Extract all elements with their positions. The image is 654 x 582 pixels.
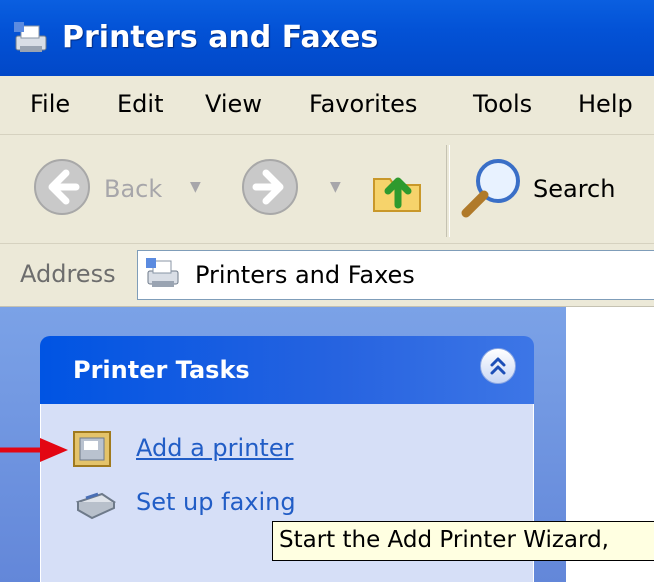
menu-bar: File Edit View Favorites Tools Help	[0, 76, 654, 135]
forward-dropdown-icon[interactable]: ▼	[330, 179, 341, 195]
search-button-label[interactable]: Search	[533, 173, 615, 205]
back-dropdown-icon[interactable]: ▼	[190, 179, 201, 195]
printer-tasks-title: Printer Tasks	[73, 356, 250, 384]
back-arrow-icon[interactable]	[32, 157, 92, 217]
menu-view[interactable]: View	[205, 88, 262, 120]
search-icon[interactable]	[458, 155, 524, 221]
address-value: Printers and Faxes	[195, 261, 415, 289]
tooltip: Start the Add Printer Wizard,	[272, 521, 654, 561]
standard-toolbar: Back ▼ ▼ Search	[0, 135, 654, 244]
printer-tasks-header[interactable]: Printer Tasks	[40, 336, 534, 404]
set-up-faxing-link[interactable]: Set up faxing	[136, 486, 296, 518]
address-label: Address	[20, 260, 116, 288]
menu-file[interactable]: File	[30, 88, 70, 120]
printers-folder-icon	[146, 258, 179, 287]
double-chevron-up-icon	[490, 357, 506, 375]
address-field[interactable]: Printers and Faxes	[137, 250, 654, 300]
add-printer-icon[interactable]	[72, 430, 114, 470]
collapse-button[interactable]	[480, 348, 516, 384]
toolbar-separator	[446, 145, 450, 237]
annotation-arrow-icon	[0, 438, 68, 462]
back-button-label[interactable]: Back	[104, 173, 162, 205]
window-title: Printers and Faxes	[62, 20, 379, 55]
menu-tools[interactable]: Tools	[473, 88, 532, 120]
menu-help[interactable]: Help	[578, 88, 633, 120]
fax-icon[interactable]	[72, 488, 118, 522]
tooltip-text: Start the Add Printer Wizard,	[279, 527, 609, 553]
title-bar[interactable]: Printers and Faxes	[0, 0, 654, 76]
menu-edit[interactable]: Edit	[117, 88, 163, 120]
menu-favorites[interactable]: Favorites	[309, 88, 417, 120]
printers-folder-icon	[14, 22, 47, 52]
forward-arrow-icon[interactable]	[240, 157, 300, 217]
add-printer-link[interactable]: Add a printer	[136, 432, 293, 464]
address-bar: Address Printers and Faxes	[0, 244, 654, 307]
folder-up-icon[interactable]	[370, 161, 426, 217]
